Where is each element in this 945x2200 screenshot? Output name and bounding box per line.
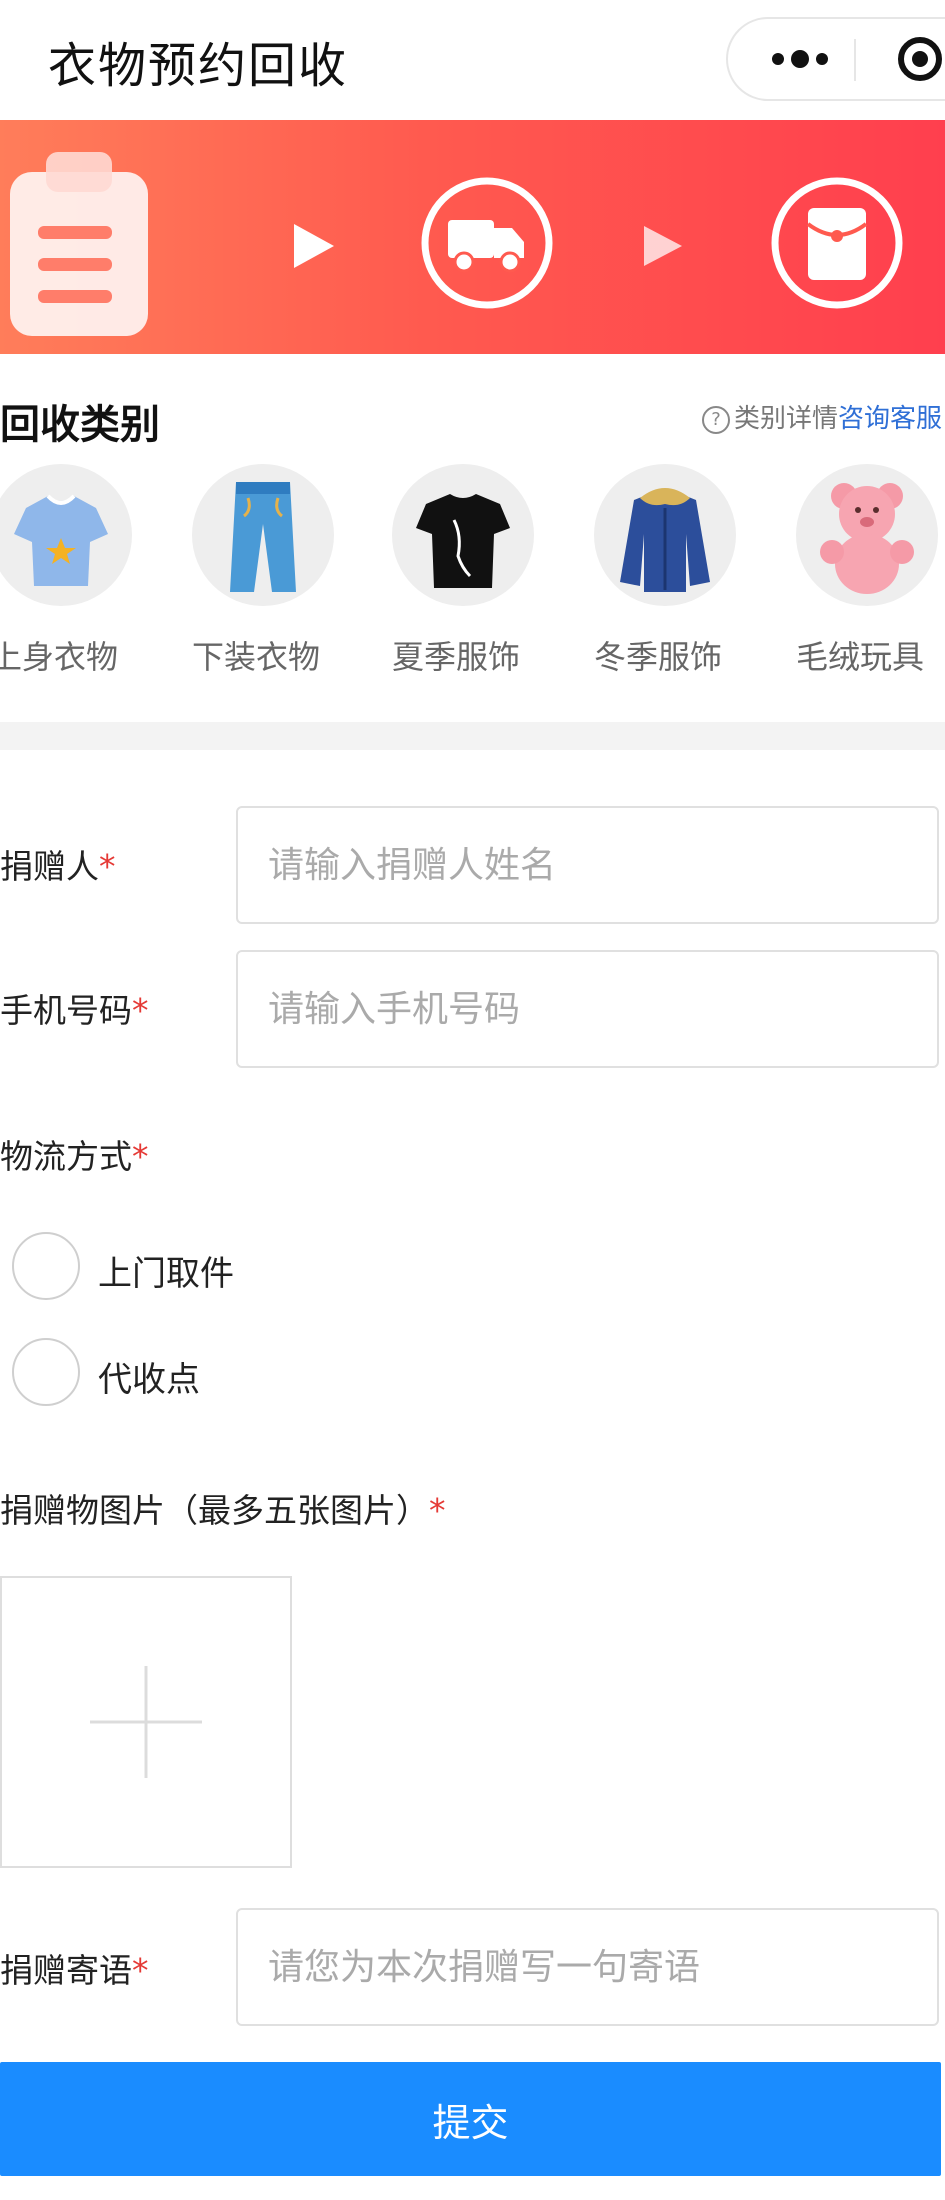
category-item-winter[interactable]: 冬季服饰 <box>594 464 744 684</box>
donor-label: 捐赠人* <box>0 847 116 886</box>
category-title: 回收类别 <box>0 402 160 448</box>
red-envelope-icon <box>771 177 903 309</box>
category-help[interactable]: ? 类别详情咨询客服 <box>702 398 942 435</box>
category-item-plush[interactable]: 毛绒玩具 <box>796 464 945 684</box>
tshirt-icon <box>0 464 132 606</box>
jeans-icon <box>192 464 334 606</box>
category-label: 夏季服饰 <box>392 638 521 676</box>
donor-input-box[interactable] <box>236 806 939 924</box>
message-input-box[interactable] <box>236 1908 939 2026</box>
radio-option-pickup[interactable]: 上门取件 <box>12 1232 412 1304</box>
target-circle-icon[interactable] <box>896 35 944 83</box>
capsule-divider <box>854 39 856 81</box>
consult-service-link[interactable]: 咨询客服 <box>838 404 942 434</box>
radio-option-collection-point[interactable]: 代收点 <box>12 1338 412 1410</box>
play-arrow-icon <box>294 224 334 268</box>
message-input[interactable] <box>238 1910 937 2024</box>
message-label: 捐赠寄语* <box>0 1951 149 1990</box>
phone-label: 手机号码* <box>0 991 149 1030</box>
required-mark: * <box>132 1951 149 1990</box>
question-icon: ? <box>702 405 730 434</box>
submit-button[interactable]: 提交 <box>0 2062 941 2176</box>
category-item-tops[interactable]: 上身衣物 <box>0 464 140 684</box>
category-label: 毛绒玩具 <box>796 638 925 676</box>
radio-label: 上门取件 <box>98 1254 234 1294</box>
mini-program-capsule <box>726 17 945 101</box>
teddy-bear-icon <box>796 464 938 606</box>
more-dots-icon[interactable] <box>764 35 844 83</box>
donor-input[interactable] <box>238 808 937 922</box>
category-item-summer[interactable]: 夏季服饰 <box>392 464 542 684</box>
phone-input-box[interactable] <box>236 950 939 1068</box>
process-banner <box>0 120 945 354</box>
plus-icon <box>90 1666 202 1778</box>
photos-label: 捐赠物图片（最多五张图片）* <box>0 1491 446 1530</box>
required-mark: * <box>429 1491 446 1530</box>
category-label: 上身衣物 <box>0 638 119 676</box>
summer-shirt-icon <box>392 464 534 606</box>
required-mark: * <box>132 991 149 1030</box>
category-label: 冬季服饰 <box>594 638 723 676</box>
page-title: 衣物预约回收 <box>48 38 349 94</box>
truck-icon <box>421 177 553 309</box>
play-arrow-icon <box>644 226 682 266</box>
radio-label: 代收点 <box>98 1360 200 1400</box>
category-detail-text: 类别详情 <box>734 404 839 434</box>
required-mark: * <box>132 1137 149 1176</box>
required-mark: * <box>99 847 116 886</box>
clipboard-icon <box>10 152 148 336</box>
category-label: 下装衣物 <box>192 638 321 676</box>
photo-upload-button[interactable] <box>0 1576 292 1868</box>
section-divider <box>0 722 945 750</box>
phone-input[interactable] <box>238 952 937 1066</box>
logistics-label: 物流方式* <box>0 1137 149 1176</box>
radio-circle[interactable] <box>12 1232 80 1300</box>
radio-circle[interactable] <box>12 1338 80 1406</box>
category-item-bottoms[interactable]: 下装衣物 <box>192 464 342 684</box>
winter-jacket-icon <box>594 464 736 606</box>
navigation-bar: 衣物预约回收 <box>0 0 945 120</box>
